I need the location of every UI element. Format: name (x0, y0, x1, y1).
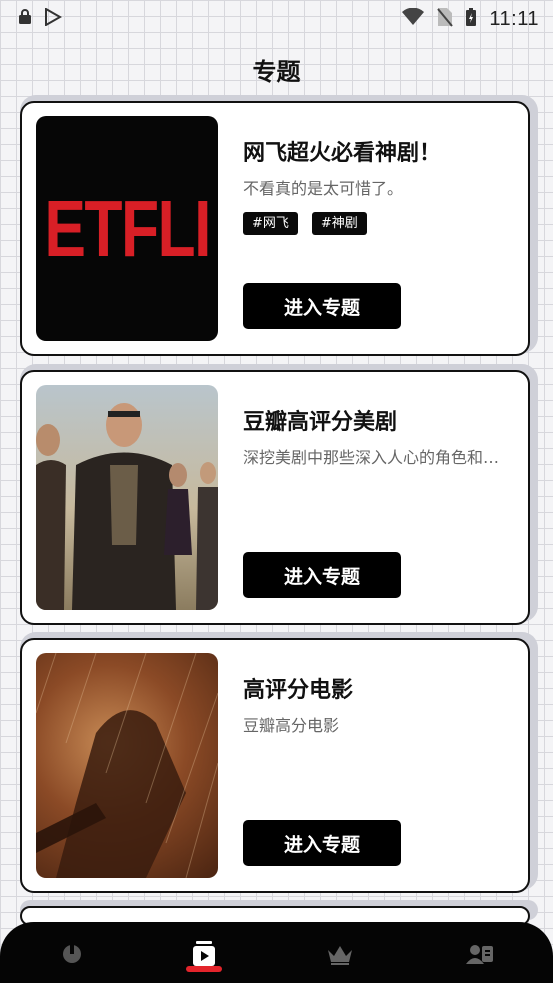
no-sim-icon (437, 7, 454, 31)
topic-card[interactable]: ETFLI 网飞超火必看神剧！ 不看真的是太可惜了。 #网飞 #神剧 进入专题 (20, 95, 538, 356)
tag[interactable]: #网飞 (243, 212, 298, 235)
bottom-nav (0, 922, 553, 983)
card-description: 豆瓣高分电影 (243, 716, 340, 735)
battery-charging-icon (465, 7, 477, 31)
home-icon[interactable] (52, 934, 92, 974)
tv-series-thumbnail[interactable] (36, 385, 218, 610)
play-store-icon (44, 7, 63, 30)
crown-icon[interactable] (320, 934, 360, 974)
enter-topic-button[interactable]: 进入专题 (243, 820, 401, 866)
tag-list: #网飞 #神剧 (243, 212, 367, 235)
card-title: 豆瓣高评分美剧 (243, 410, 398, 435)
enter-topic-button[interactable]: 进入专题 (243, 283, 401, 329)
lock-icon (18, 9, 32, 29)
profile-card-icon[interactable] (460, 934, 500, 974)
topic-card[interactable]: 豆瓣高评分美剧 深挖美剧中那些深入人心的角色和故事 进入专题 (20, 364, 538, 625)
enter-topic-button[interactable]: 进入专题 (243, 552, 401, 598)
card-description: 不看真的是太可惜了。 (243, 179, 404, 198)
wifi-icon (401, 7, 425, 30)
status-bar: 11:11 (0, 0, 553, 38)
active-tab-indicator (186, 966, 222, 972)
tag[interactable]: #神剧 (311, 212, 367, 235)
topic-card-body[interactable]: 高评分电影 豆瓣高分电影 进入专题 (20, 638, 530, 893)
topic-card-body[interactable]: ETFLI 网飞超火必看神剧！ 不看真的是太可惜了。 #网飞 #神剧 进入专题 (20, 101, 530, 356)
topic-card[interactable]: 高评分电影 豆瓣高分电影 进入专题 (20, 632, 538, 893)
netflix-thumbnail[interactable]: ETFLI (36, 116, 218, 341)
movie-thumbnail[interactable] (36, 653, 218, 878)
card-title: 高评分电影 (243, 678, 354, 703)
topic-card-body[interactable]: 豆瓣高评分美剧 深挖美剧中那些深入人心的角色和故事 进入专题 (20, 370, 530, 625)
page-title: 专题 (252, 58, 301, 86)
card-title: 网飞超火必看神剧！ (243, 141, 442, 166)
card-description: 深挖美剧中那些深入人心的角色和故事 (243, 448, 503, 467)
netflix-logo-text: ETFLI (44, 183, 211, 273)
status-time: 11:11 (489, 7, 539, 30)
